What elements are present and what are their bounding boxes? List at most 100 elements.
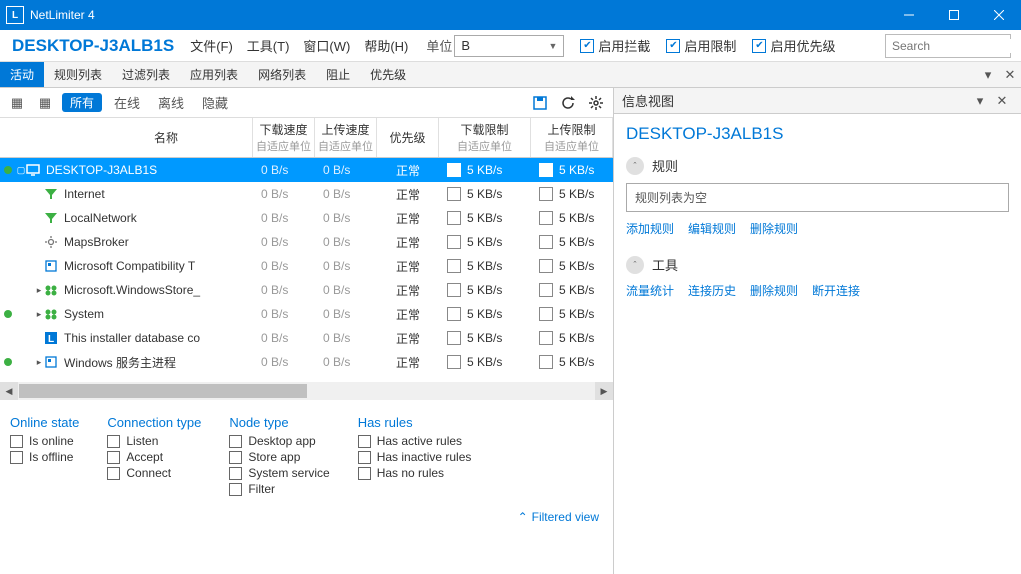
grid-icon-2[interactable]: ▦ — [34, 92, 56, 114]
row-up-limit[interactable]: 5 KB/s — [531, 235, 613, 249]
row-down-limit[interactable]: 5 KB/s — [439, 163, 531, 177]
checkbox-icon[interactable] — [539, 211, 553, 225]
filter-is-online[interactable]: Is online — [10, 434, 79, 448]
grid-icon[interactable]: ▦ — [6, 92, 28, 114]
col-up-limit[interactable]: 上传限制 — [547, 121, 595, 138]
scroll-thumb[interactable] — [19, 384, 307, 398]
expand-icon[interactable]: ▢ — [16, 165, 26, 176]
filter-has-active[interactable]: Has active rules — [358, 434, 472, 448]
row-priority[interactable]: 正常 — [377, 258, 439, 275]
row-down-limit[interactable]: 5 KB/s — [439, 307, 531, 321]
filter-listen[interactable]: Listen — [107, 434, 201, 448]
filter-offline[interactable]: 离线 — [152, 91, 190, 114]
checkbox-icon[interactable] — [539, 307, 553, 321]
row-up-limit[interactable]: 5 KB/s — [531, 163, 613, 177]
scroll-right-icon[interactable]: ▶ — [595, 382, 613, 400]
filter-accept[interactable]: Accept — [107, 450, 201, 464]
row-up-limit[interactable]: 5 KB/s — [531, 331, 613, 345]
tab-filters[interactable]: 过滤列表 — [112, 62, 180, 87]
tab-dropdown-button[interactable]: ▾ — [977, 62, 999, 87]
filter-has-none[interactable]: Has no rules — [358, 466, 472, 480]
row-priority[interactable]: 正常 — [377, 186, 439, 203]
search-box[interactable] — [885, 34, 1011, 58]
filter-filter[interactable]: Filter — [229, 482, 329, 496]
checkbox-icon[interactable] — [539, 283, 553, 297]
checkbox-icon[interactable] — [539, 331, 553, 345]
row-up-limit[interactable]: 5 KB/s — [531, 211, 613, 225]
filter-all[interactable]: 所有 — [62, 93, 102, 112]
row-up-limit[interactable]: 5 KB/s — [531, 283, 613, 297]
save-icon[interactable] — [529, 92, 551, 114]
row-priority[interactable]: 正常 — [377, 330, 439, 347]
section-tools-header[interactable]: ˆ工具 — [626, 255, 1009, 274]
table-row[interactable]: MapsBroker 0 B/s 0 B/s 正常 5 KB/s 5 KB/s — [0, 230, 613, 254]
scroll-left-icon[interactable]: ◀ — [0, 382, 18, 400]
checkbox-icon[interactable] — [447, 307, 461, 321]
section-rules-header[interactable]: ˆ规则 — [626, 156, 1009, 175]
refresh-icon[interactable] — [557, 92, 579, 114]
tab-apps[interactable]: 应用列表 — [180, 62, 248, 87]
maximize-button[interactable] — [931, 0, 976, 30]
row-down-limit[interactable]: 5 KB/s — [439, 355, 531, 369]
tab-activity[interactable]: 活动 — [0, 62, 44, 87]
col-down-speed[interactable]: 下载速度 — [259, 121, 307, 138]
row-up-limit[interactable]: 5 KB/s — [531, 259, 613, 273]
col-down-limit[interactable]: 下载限制 — [460, 121, 508, 138]
checkbox-icon[interactable] — [447, 331, 461, 345]
table-row[interactable]: Internet 0 B/s 0 B/s 正常 5 KB/s 5 KB/s — [0, 182, 613, 206]
table-row[interactable]: ▸ Microsoft.WindowsStore_ 0 B/s 0 B/s 正常… — [0, 278, 613, 302]
col-up-speed[interactable]: 上传速度 — [321, 121, 369, 138]
table-row[interactable]: ▢ DESKTOP-J3ALB1S 0 B/s 0 B/s 正常 5 KB/s … — [0, 158, 613, 182]
unit-select[interactable]: B ▼ — [454, 35, 564, 57]
row-priority[interactable]: 正常 — [377, 354, 439, 371]
link-add-rule[interactable]: 添加规则 — [626, 220, 674, 237]
checkbox-icon[interactable] — [447, 163, 461, 177]
checkbox-icon[interactable] — [447, 211, 461, 225]
enable-block-check[interactable]: 启用拦截 — [580, 36, 650, 55]
menu-help[interactable]: 帮助(H) — [358, 32, 414, 59]
row-priority[interactable]: 正常 — [377, 162, 439, 179]
link-conn-history[interactable]: 连接历史 — [688, 282, 736, 299]
tab-block[interactable]: 阻止 — [316, 62, 360, 87]
row-up-limit[interactable]: 5 KB/s — [531, 187, 613, 201]
row-priority[interactable]: 正常 — [377, 306, 439, 323]
expand-icon[interactable]: ▸ — [34, 285, 44, 296]
table-row[interactable]: LocalNetwork 0 B/s 0 B/s 正常 5 KB/s 5 KB/… — [0, 206, 613, 230]
row-priority[interactable]: 正常 — [377, 282, 439, 299]
table-row[interactable]: L This installer database co 0 B/s 0 B/s… — [0, 326, 613, 350]
checkbox-icon[interactable] — [447, 259, 461, 273]
tab-priority[interactable]: 优先级 — [360, 62, 416, 87]
row-down-limit[interactable]: 5 KB/s — [439, 331, 531, 345]
filter-store-app[interactable]: Store app — [229, 450, 329, 464]
info-dropdown-button[interactable]: ▾ — [969, 93, 991, 109]
expand-icon[interactable]: ▸ — [34, 309, 44, 320]
col-name[interactable]: 名称 — [154, 129, 178, 146]
row-down-limit[interactable]: 5 KB/s — [439, 259, 531, 273]
checkbox-icon[interactable] — [539, 235, 553, 249]
row-priority[interactable]: 正常 — [377, 234, 439, 251]
menu-file[interactable]: 文件(F) — [184, 32, 239, 59]
link-delete-rule2[interactable]: 删除规则 — [750, 282, 798, 299]
close-button[interactable] — [976, 0, 1021, 30]
checkbox-icon[interactable] — [539, 259, 553, 273]
minimize-button[interactable] — [886, 0, 931, 30]
filter-connect[interactable]: Connect — [107, 466, 201, 480]
row-down-limit[interactable]: 5 KB/s — [439, 235, 531, 249]
row-up-limit[interactable]: 5 KB/s — [531, 355, 613, 369]
menu-tools[interactable]: 工具(T) — [241, 32, 296, 59]
checkbox-icon[interactable] — [447, 283, 461, 297]
enable-priority-check[interactable]: 启用优先级 — [752, 36, 835, 55]
col-priority[interactable]: 优先级 — [389, 129, 425, 146]
row-up-limit[interactable]: 5 KB/s — [531, 307, 613, 321]
checkbox-icon[interactable] — [447, 235, 461, 249]
row-priority[interactable]: 正常 — [377, 210, 439, 227]
table-row[interactable]: ▸ Windows 服务主进程 0 B/s 0 B/s 正常 5 KB/s 5 … — [0, 350, 613, 374]
h-scrollbar[interactable]: ◀ ▶ — [0, 382, 613, 400]
link-delete-rule[interactable]: 删除规则 — [750, 220, 798, 237]
tab-rules[interactable]: 规则列表 — [44, 62, 112, 87]
settings-icon[interactable] — [585, 92, 607, 114]
enable-limit-check[interactable]: 启用限制 — [666, 36, 736, 55]
checkbox-icon[interactable] — [539, 355, 553, 369]
link-disconnect[interactable]: 断开连接 — [812, 282, 860, 299]
checkbox-icon[interactable] — [539, 163, 553, 177]
